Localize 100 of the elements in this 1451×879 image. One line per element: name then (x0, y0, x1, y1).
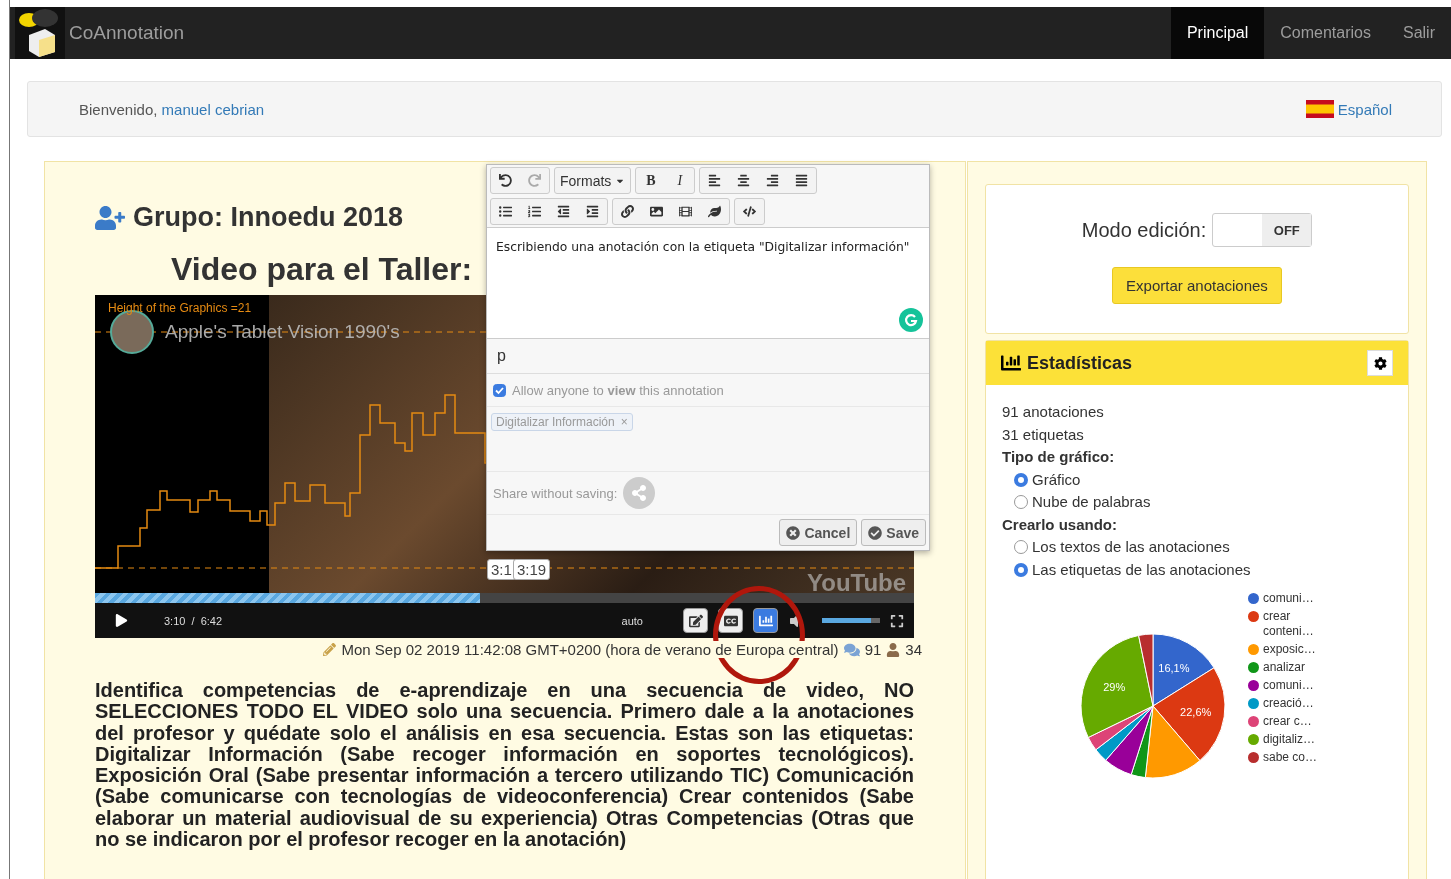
legend-item: crear conteni… (1248, 609, 1328, 639)
radio-option[interactable]: Los textos de las anotaciones (1014, 536, 1392, 559)
cancel-icon (786, 525, 801, 540)
stats-tool-button[interactable] (753, 608, 778, 633)
plugin-icon (708, 205, 721, 218)
formats-dropdown[interactable]: Formats (555, 168, 631, 193)
legend-label: creació… (1263, 696, 1315, 711)
numbered-list-icon (528, 205, 541, 218)
pencil-icon (323, 643, 337, 656)
code-icon (743, 205, 756, 218)
greeting-text: Bienvenido, (79, 100, 158, 118)
annotation-text-area[interactable]: Escribiendo una anotación con la etiqueta "Digitalizar información" (487, 227, 929, 339)
comments-icon (843, 641, 860, 658)
nav-link[interactable]: Salir (1387, 7, 1451, 59)
radio-option[interactable]: Las etiquetas de las anotaciones (1014, 558, 1392, 581)
radio-option[interactable]: Nube de palabras (1014, 491, 1392, 514)
mode-label: Modo edición: (1081, 218, 1207, 242)
legend-item: crear c… (1248, 714, 1328, 729)
tags-count: 31 etiquetas (1002, 424, 1085, 445)
legend-item: analizar (1248, 660, 1328, 675)
legend-label: digitaliz… (1263, 732, 1317, 747)
video-heading: Video para el Taller: (171, 253, 474, 285)
legend-label: sabe co… (1263, 750, 1319, 765)
element-path: p (487, 339, 929, 374)
outdent-icon (557, 205, 570, 218)
align-right-icon (766, 174, 780, 187)
nav-link[interactable]: Principal (1170, 7, 1265, 59)
progress-track[interactable] (95, 593, 914, 603)
bullet-list-icon (499, 205, 512, 218)
video-title: Apple's Tablet Vision 1990's (165, 321, 400, 343)
settings-icon (1373, 356, 1387, 370)
radio-icon[interactable] (1014, 562, 1028, 577)
subtitles-icon (723, 613, 738, 628)
align-center-icon (737, 174, 751, 187)
video-icon (679, 205, 692, 218)
edit-tool-button[interactable] (683, 608, 708, 633)
annotations-count: 91 anotaciones (1002, 402, 1105, 422)
legend-label: exposic… (1263, 642, 1317, 657)
export-button[interactable]: Exportar anotaciones (1112, 267, 1282, 304)
permission-checkbox[interactable] (493, 383, 506, 397)
bar-chart-icon (1001, 353, 1021, 373)
time-display: 3:10 / 6:42 (164, 614, 223, 627)
mode-switch[interactable]: OFF (1212, 213, 1313, 247)
legend-item: digitaliz… (1248, 732, 1328, 747)
nav-link[interactable]: Comentarios (1264, 7, 1387, 59)
flag-icon (1305, 100, 1334, 118)
legend-item: comuni… (1248, 678, 1328, 693)
quality-label[interactable]: auto (621, 614, 643, 627)
subtitles-tool-button[interactable] (718, 608, 743, 633)
align-left-icon (708, 174, 722, 187)
logo-icon (15, 7, 65, 59)
italic-button[interactable]: I (665, 168, 695, 193)
indent-icon (586, 205, 599, 218)
share-icon (631, 485, 648, 501)
bold-button[interactable]: B (636, 168, 666, 193)
option-group-label: Tipo de gráfico: (1002, 447, 1116, 467)
slice-label: 16,1% (1158, 662, 1190, 675)
settings-button[interactable] (1367, 350, 1393, 376)
undo-icon (499, 174, 512, 187)
radio-option[interactable]: Gráfico (1014, 468, 1392, 491)
task-description: Identifica competencias de e-aprendizaje en una secuencia de video, NO SELECCIONES TODO EL VIDEO solo una secuencia. Primero dale a la anotaciones del profesor y quédate solo el análisis en esa secuencia. Estas son las etiquetas: Digitalizar Información (Sabe recoger información en soportes tecnológicos). Exposición Oral (Sabe presentar información a tercero utilizando TIC) Comunicación (Sabe comunicarse con tecnologías de videoconferencia) Crear contenidos (Sabe elaborar un material audiovisual de su experiencia) Otras Competencias (Otras que no se indicaron por el profesor recoger en la anotación) (95, 680, 914, 851)
share-label: Share without saving: (493, 485, 618, 501)
legend-label: comuni… (1263, 678, 1315, 693)
radio-icon[interactable] (1014, 495, 1028, 510)
save-button[interactable]: Save (861, 519, 926, 546)
grammar-check-icon[interactable] (899, 308, 923, 332)
image-icon (650, 205, 663, 218)
legend-item: sabe co… (1248, 750, 1328, 765)
time-marker[interactable]: 3:19 (513, 559, 551, 580)
legend-label: analizar (1263, 660, 1307, 675)
user-link[interactable]: manuel cebrian (161, 100, 265, 118)
annotation-date: Mon Sep 02 2019 11:42:08 GMT+0200 (hora de verano de Europa central) (341, 641, 839, 658)
radio-icon[interactable] (1014, 540, 1028, 555)
slice-label: 22,6% (1180, 706, 1212, 719)
legend-item: comuni… (1248, 591, 1328, 606)
edit-icon (688, 613, 703, 628)
user-icon (886, 642, 901, 657)
time-marker[interactable]: 3:1 (487, 559, 516, 580)
legend-item: exposic… (1248, 642, 1328, 657)
radio-icon[interactable] (1014, 472, 1028, 487)
legend-item: creació… (1248, 696, 1328, 711)
language-link[interactable]: Español (1337, 100, 1392, 118)
cancel-button[interactable]: Cancel (779, 519, 858, 546)
permission-label: Allow anyone to view this annotation (512, 382, 724, 398)
align-justify-icon (795, 174, 809, 187)
play-icon[interactable] (115, 614, 128, 627)
option-group-label: Crearlo usando: (1002, 514, 1119, 535)
save-icon (868, 525, 883, 540)
graph-height-label: Height of the Graphics =21 (108, 301, 252, 315)
stats-title: Estadísticas (1027, 352, 1133, 374)
slice-label: 29% (1103, 680, 1126, 693)
redo-icon (528, 174, 541, 187)
legend-label: crear conteni… (1263, 609, 1315, 639)
fullscreen-icon[interactable] (890, 613, 904, 628)
group-title: Grupo: Innoedu 2018 (133, 202, 404, 233)
legend-label: crear c… (1263, 714, 1313, 729)
video-logo: YouTube (807, 569, 907, 597)
legend-label: comuni… (1263, 591, 1315, 606)
link-icon (621, 205, 634, 218)
brand-name: CoAnnotation (69, 22, 185, 44)
